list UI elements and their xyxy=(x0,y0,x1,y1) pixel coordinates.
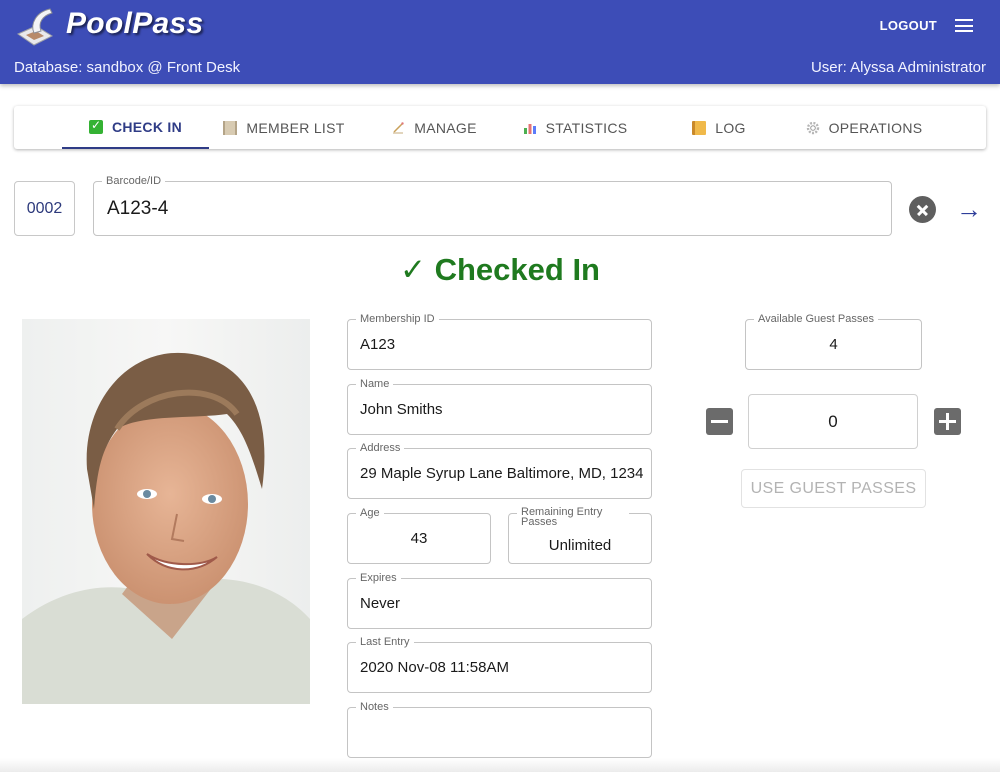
last-entry-value[interactable]: 2020 Nov-08 11:58AM xyxy=(360,643,643,692)
tab-label: MANAGE xyxy=(414,119,477,136)
checkbox-icon xyxy=(88,118,103,134)
tab-label: CHECK IN xyxy=(111,118,183,135)
guest-pass-quantity-value[interactable]: 0 xyxy=(749,395,917,448)
user-info: User: Alyssa Administrator xyxy=(810,59,986,76)
last-entry-field[interactable]: Last Entry 2020 Nov-08 11:58AM xyxy=(347,636,652,693)
tab-statistics[interactable]: STATISTICS xyxy=(510,106,640,149)
notes-value[interactable] xyxy=(360,708,643,757)
app-name: PoolPass xyxy=(66,7,204,40)
minus-icon xyxy=(711,420,728,423)
remaining-entry-passes-value[interactable]: Unlimited xyxy=(509,528,651,563)
age-value[interactable]: 43 xyxy=(348,514,490,563)
tab-label: OPERATIONS xyxy=(828,119,923,136)
remaining-entry-passes-field[interactable]: Remaining Entry Passes Unlimited xyxy=(508,507,652,564)
clear-icon[interactable] xyxy=(909,196,936,223)
member-photo xyxy=(22,319,310,704)
name-value[interactable]: John Smiths xyxy=(360,385,643,434)
hamburger-menu-icon[interactable] xyxy=(955,19,973,33)
name-field[interactable]: Name John Smiths xyxy=(347,378,652,435)
expires-value[interactable]: Never xyxy=(360,579,643,628)
checkin-status: ✓ Checked In xyxy=(0,252,1000,288)
arrow-right-icon[interactable]: → xyxy=(955,193,983,225)
main-tabs: CHECK IN MEMBER LIST MANAGE STATISTICS L… xyxy=(14,106,986,149)
database-info: Database: sandbox @ Front Desk xyxy=(14,59,241,76)
gear-icon xyxy=(806,121,819,134)
increment-button[interactable] xyxy=(934,408,961,435)
tab-label: MEMBER LIST xyxy=(246,119,345,136)
address-value[interactable]: 29 Maple Syrup Lane Baltimore, MD, 12345 xyxy=(360,449,643,498)
guest-pass-quantity-field[interactable]: 0 xyxy=(748,394,918,449)
checkin-counter: 0002 xyxy=(14,181,75,236)
membership-id-field[interactable]: Membership ID A123 xyxy=(347,313,652,370)
membership-id-value[interactable]: A123 xyxy=(360,320,643,369)
decrement-button[interactable] xyxy=(706,408,733,435)
member-portrait-image xyxy=(22,319,310,704)
age-field[interactable]: Age 43 xyxy=(347,507,491,564)
tab-manage[interactable]: MANAGE xyxy=(374,106,494,149)
bottom-edge xyxy=(0,758,1000,772)
tab-check-in[interactable]: CHECK IN xyxy=(62,106,209,149)
notes-field[interactable]: Notes xyxy=(347,701,652,758)
status-text: Checked In xyxy=(434,252,600,287)
field-label: Remaining Entry Passes xyxy=(517,507,629,528)
bar-chart-icon xyxy=(523,123,536,134)
barcode-input[interactable] xyxy=(107,182,883,235)
tab-label: STATISTICS xyxy=(545,119,628,136)
available-guest-passes-value: 4 xyxy=(829,336,838,353)
use-guest-passes-button[interactable]: USE GUEST PASSES xyxy=(741,469,926,508)
barcode-field[interactable]: Barcode/ID xyxy=(93,175,892,236)
checkmark-icon: ✓ xyxy=(400,252,426,287)
address-field[interactable]: Address 29 Maple Syrup Lane Baltimore, M… xyxy=(347,442,652,499)
app-logo-icon xyxy=(16,8,54,46)
app-header: PoolPass Database: sandbox @ Front Desk … xyxy=(0,0,1000,84)
pencil-icon xyxy=(393,121,404,134)
available-guest-passes-field: Available Guest Passes 4 xyxy=(745,313,922,370)
tab-operations[interactable]: OPERATIONS xyxy=(804,106,924,149)
ledger-icon xyxy=(692,120,707,135)
tab-member-list[interactable]: MEMBER LIST xyxy=(214,106,354,149)
tab-log[interactable]: LOG xyxy=(684,106,754,149)
tab-label: LOG xyxy=(715,119,746,136)
expires-field[interactable]: Expires Never xyxy=(347,572,652,629)
scroll-icon xyxy=(223,120,238,135)
logout-button[interactable]: LOGOUT xyxy=(880,18,937,33)
